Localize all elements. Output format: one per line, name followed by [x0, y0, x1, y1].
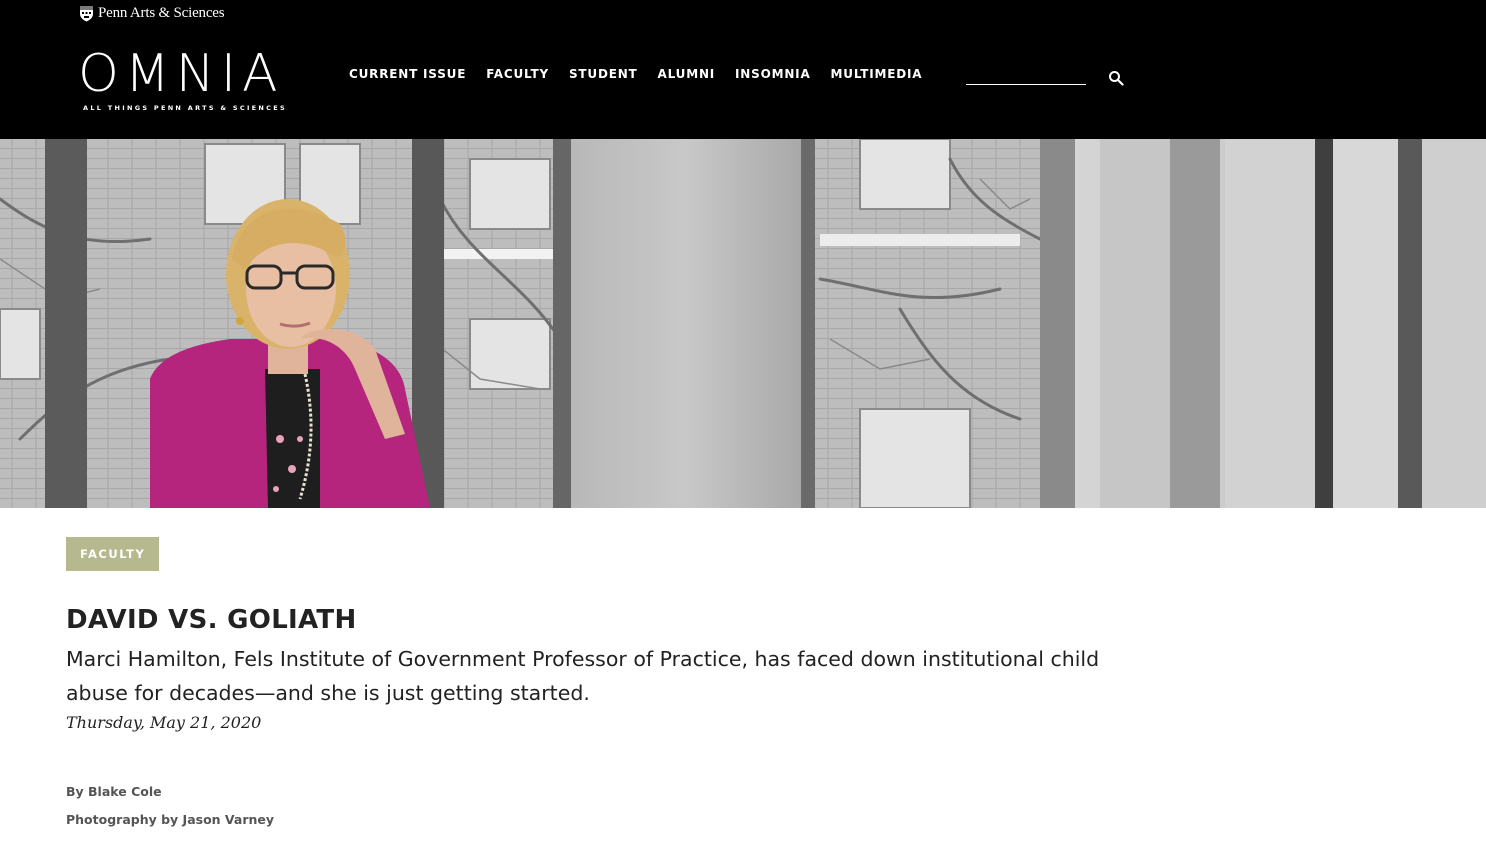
penn-brand-text: Penn Arts & Sciences — [98, 5, 225, 21]
nav-alumni[interactable]: ALUMNI — [658, 67, 716, 81]
logo-tagline: ALL THINGS PENN ARTS & SCIENCES — [83, 104, 287, 112]
omnia-logo[interactable]: OMNIA ALL THINGS PENN ARTS & SCIENCES — [78, 48, 293, 112]
nav-insomnia[interactable]: INSOMNIA — [735, 67, 811, 81]
portrait-photo — [0, 139, 1486, 508]
nav-current-issue[interactable]: CURRENT ISSUE — [349, 67, 466, 81]
nav-student[interactable]: STUDENT — [569, 67, 638, 81]
search-icon — [1109, 70, 1124, 86]
article-author: By Blake Cole — [66, 784, 162, 799]
search-area — [966, 66, 1124, 86]
main-nav: CURRENT ISSUE FACULTY STUDENT ALUMNI INS… — [349, 67, 922, 81]
category-tag[interactable]: FACULTY — [66, 537, 160, 571]
article-photographer: Photography by Jason Varney — [66, 812, 275, 827]
search-button[interactable] — [1106, 69, 1126, 89]
article-title: DAVID VS. GOLIATH — [66, 605, 357, 635]
penn-shield-icon — [80, 6, 93, 22]
article-date: Thursday, May 21, 2020 — [66, 713, 262, 732]
penn-arts-sciences-link[interactable]: Penn Arts & Sciences — [79, 5, 225, 22]
site-header: Penn Arts & Sciences OMNIA ALL THINGS PE… — [0, 0, 1486, 139]
search-input[interactable] — [966, 66, 1086, 85]
nav-multimedia[interactable]: MULTIMEDIA — [831, 67, 923, 81]
nav-faculty[interactable]: FACULTY — [486, 67, 549, 81]
article-subtitle: Marci Hamilton, Fels Institute of Govern… — [66, 647, 1100, 705]
hero-image — [0, 139, 1486, 508]
logo-word: OMNIA — [78, 44, 284, 104]
